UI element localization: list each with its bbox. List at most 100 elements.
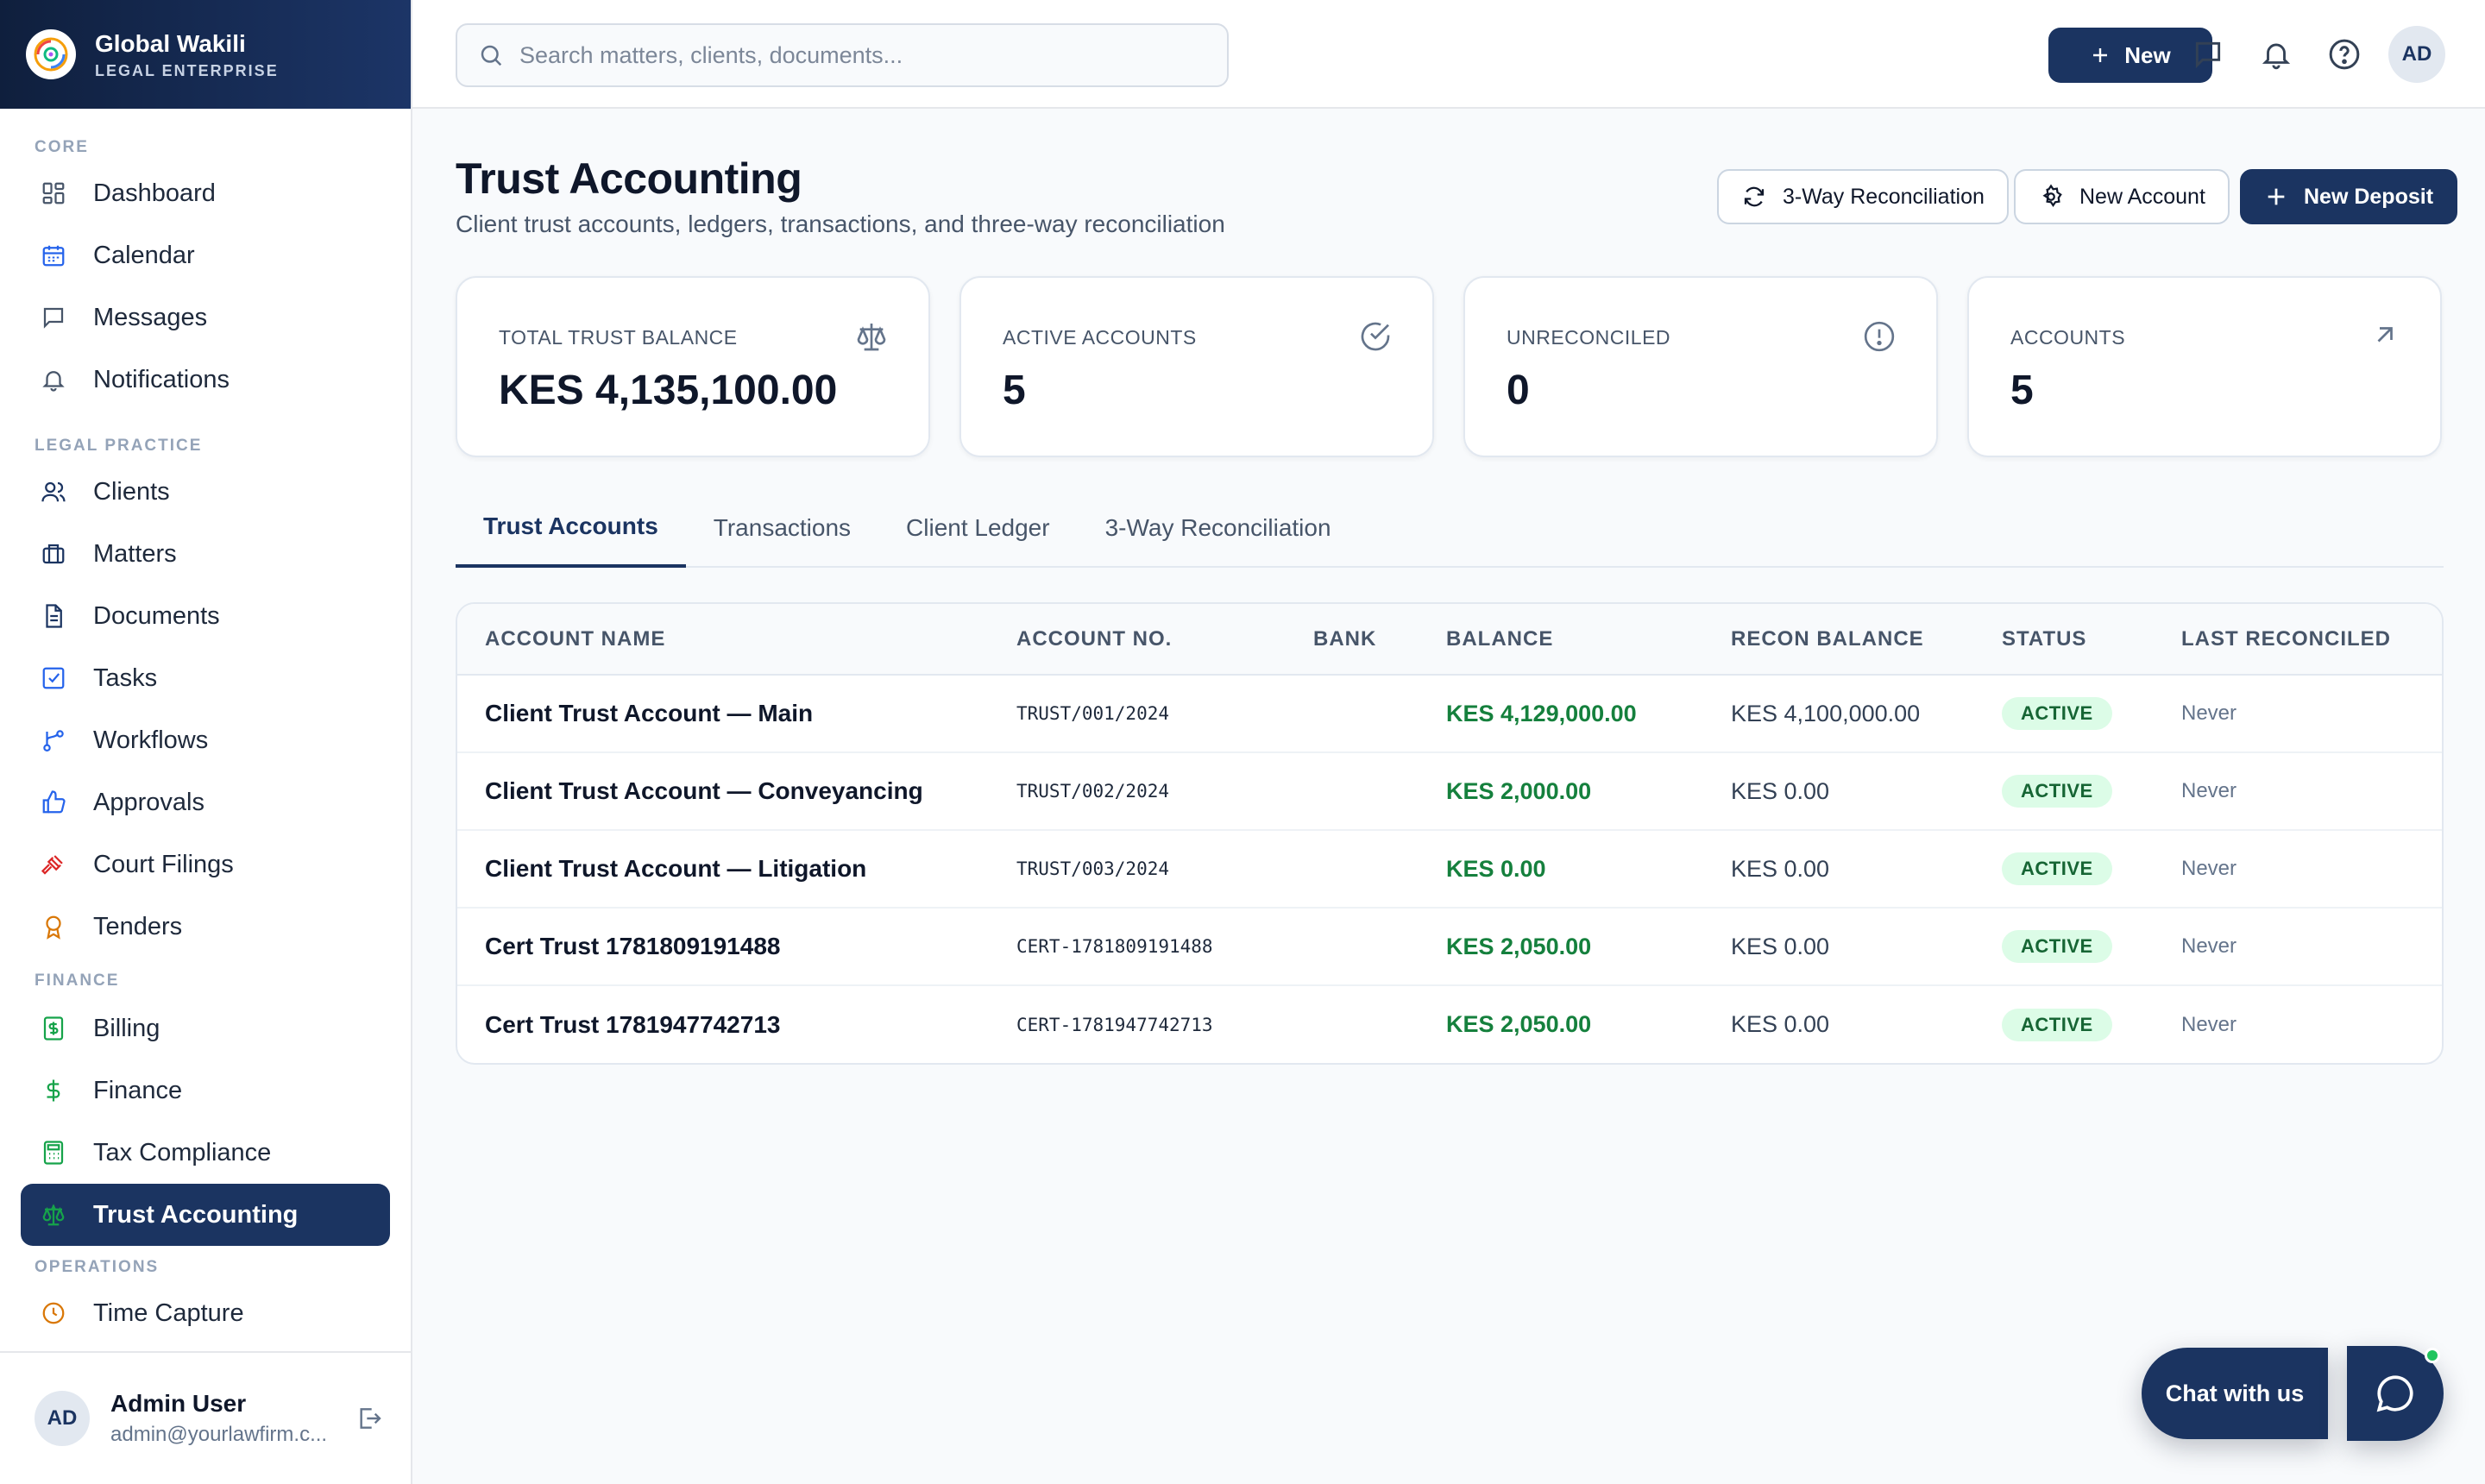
task-icon	[40, 664, 67, 692]
status-badge: ACTIVE	[2002, 697, 2112, 730]
bank-cell	[1286, 908, 1419, 986]
tab-transactions[interactable]: Transactions	[686, 488, 878, 568]
sidebar-nav: CORE Dashboard Calendar Messages Notific…	[0, 138, 411, 1344]
sidebar-item-documents[interactable]: Documents	[21, 585, 390, 647]
column-header-recon-balance[interactable]: RECON BALANCE	[1703, 604, 1974, 676]
chat-with-us-button[interactable]: Chat with us	[2142, 1348, 2328, 1439]
gear-icon	[2042, 184, 2062, 208]
chat-launcher-button[interactable]	[2347, 1346, 2444, 1441]
sidebar-item-trust-accounting[interactable]: Trust Accounting	[21, 1184, 390, 1246]
sidebar-item-label: Dashboard	[93, 179, 216, 207]
bell-icon[interactable]	[2256, 35, 2296, 74]
sidebar-item-label: Billing	[93, 1014, 160, 1042]
sidebar-item-matters[interactable]: Matters	[21, 523, 390, 585]
avatar[interactable]: AD	[2388, 26, 2445, 83]
account-name-cell[interactable]: Client Trust Account — Conveyancing	[457, 752, 989, 831]
receipt-icon	[40, 1015, 67, 1042]
status-badge: ACTIVE	[2002, 930, 2112, 963]
sidebar-item-court-filings[interactable]: Court Filings	[21, 833, 390, 896]
table-row[interactable]: Client Trust Account — Main TRUST/001/20…	[457, 675, 2442, 753]
stat-value: 5	[2010, 368, 2034, 413]
bank-cell	[1286, 985, 1419, 1063]
account-name-cell[interactable]: Cert Trust 1781947742713	[457, 985, 989, 1063]
sidebar-item-label: Clients	[93, 477, 170, 506]
column-header-account-no[interactable]: ACCOUNT NO.	[989, 604, 1286, 676]
account-name-cell[interactable]: Cert Trust 1781809191488	[457, 908, 989, 986]
user-panel: AD Admin User admin@yourlawfirm.c...	[0, 1351, 411, 1484]
stats-cards: TOTAL TRUST BALANCE KES 4,135,100.00 ACT…	[456, 276, 2444, 457]
account-name-cell[interactable]: Client Trust Account — Main	[457, 675, 989, 753]
sidebar: Global Wakili LEGAL ENTERPRISE CORE Dash…	[0, 0, 412, 1484]
three-way-reconciliation-button[interactable]: 3-Way Reconciliation	[1717, 169, 2009, 224]
scale-icon	[854, 319, 889, 354]
page-subtitle: Client trust accounts, ledgers, transact…	[456, 211, 1225, 237]
section-title-core: CORE	[35, 138, 89, 156]
new-button-label: New	[2124, 41, 2171, 68]
search-box[interactable]	[456, 23, 1229, 87]
chat-icon[interactable]	[2188, 35, 2228, 74]
user-email: admin@yourlawfirm.c...	[110, 1423, 328, 1446]
sidebar-item-calendar[interactable]: Calendar	[21, 224, 390, 286]
topbar: New AD	[412, 0, 2485, 109]
document-icon	[40, 602, 67, 630]
sidebar-item-label: Time Capture	[93, 1298, 244, 1327]
bank-cell	[1286, 752, 1419, 831]
tab-trust-accounts[interactable]: Trust Accounts	[456, 488, 686, 568]
chat-button-label: Chat with us	[2165, 1380, 2305, 1406]
status-badge: ACTIVE	[2002, 852, 2112, 885]
column-header-status[interactable]: STATUS	[1974, 604, 2154, 676]
arrow-up-right-icon	[2369, 319, 2400, 350]
stat-value: KES 4,135,100.00	[499, 368, 838, 413]
sidebar-item-finance[interactable]: Finance	[21, 1060, 390, 1122]
tab-three-way-reconciliation[interactable]: 3-Way Reconciliation	[1078, 488, 1359, 568]
sidebar-item-tax-compliance[interactable]: Tax Compliance	[21, 1122, 390, 1184]
search-icon	[478, 42, 504, 68]
stat-value: 0	[1507, 368, 1530, 413]
table-row[interactable]: Client Trust Account — Litigation TRUST/…	[457, 830, 2442, 909]
brand-header[interactable]: Global Wakili LEGAL ENTERPRISE	[0, 0, 411, 109]
new-account-button[interactable]: New Account	[2014, 169, 2230, 224]
sidebar-item-time-capture[interactable]: Time Capture	[21, 1282, 390, 1344]
account-name-cell[interactable]: Client Trust Account — Litigation	[457, 830, 989, 909]
help-icon[interactable]	[2325, 35, 2364, 74]
avatar[interactable]: AD	[35, 1391, 90, 1446]
tab-client-ledger[interactable]: Client Ledger	[878, 488, 1078, 568]
section-title-finance: FINANCE	[35, 972, 120, 990]
plus-icon	[2093, 48, 2108, 62]
sidebar-item-billing[interactable]: Billing	[21, 997, 390, 1060]
column-header-balance[interactable]: BALANCE	[1419, 604, 1703, 676]
status-badge: ACTIVE	[2002, 1008, 2112, 1041]
last-reconciled-cell: Never	[2154, 830, 2442, 909]
sidebar-item-messages[interactable]: Messages	[21, 286, 390, 349]
logout-icon[interactable]	[355, 1405, 383, 1432]
sidebar-item-notifications[interactable]: Notifications	[21, 349, 390, 411]
sidebar-item-tenders[interactable]: Tenders	[21, 896, 390, 958]
sidebar-item-approvals[interactable]: Approvals	[21, 771, 390, 833]
table-row[interactable]: Client Trust Account — Conveyancing TRUS…	[457, 752, 2442, 831]
search-input[interactable]	[519, 41, 1210, 69]
sidebar-item-label: Finance	[93, 1076, 183, 1104]
stat-value: 5	[1003, 368, 1026, 413]
column-header-last-reconciled[interactable]: LAST RECONCILED	[2154, 604, 2442, 676]
chat-bubble-icon	[2376, 1375, 2413, 1412]
stat-card-total-trust-balance: TOTAL TRUST BALANCE KES 4,135,100.00	[456, 276, 930, 457]
sidebar-item-dashboard[interactable]: Dashboard	[21, 162, 390, 224]
balance-cell: KES 2,000.00	[1419, 752, 1703, 831]
status-cell: ACTIVE	[1974, 675, 2154, 753]
brand-logo-icon	[26, 29, 76, 79]
sidebar-item-tasks[interactable]: Tasks	[21, 647, 390, 709]
tab-bar: Trust Accounts Transactions Client Ledge…	[456, 488, 2444, 568]
status-cell: ACTIVE	[1974, 752, 2154, 831]
sidebar-item-clients[interactable]: Clients	[21, 461, 390, 523]
recon-balance-cell: KES 0.00	[1703, 830, 1974, 909]
sidebar-item-workflows[interactable]: Workflows	[21, 709, 390, 771]
table-row[interactable]: Cert Trust 1781947742713 CERT-1781947742…	[457, 985, 2442, 1063]
new-deposit-button[interactable]: New Deposit	[2240, 169, 2458, 224]
section-title-operations: OPERATIONS	[35, 1258, 160, 1276]
sidebar-item-label: Workflows	[93, 726, 209, 754]
column-header-bank[interactable]: BANK	[1286, 604, 1419, 676]
status-badge: ACTIVE	[2002, 775, 2112, 808]
sidebar-item-label: Documents	[93, 601, 220, 630]
column-header-account-name[interactable]: ACCOUNT NAME	[457, 604, 989, 676]
table-row[interactable]: Cert Trust 1781809191488 CERT-1781809191…	[457, 908, 2442, 986]
